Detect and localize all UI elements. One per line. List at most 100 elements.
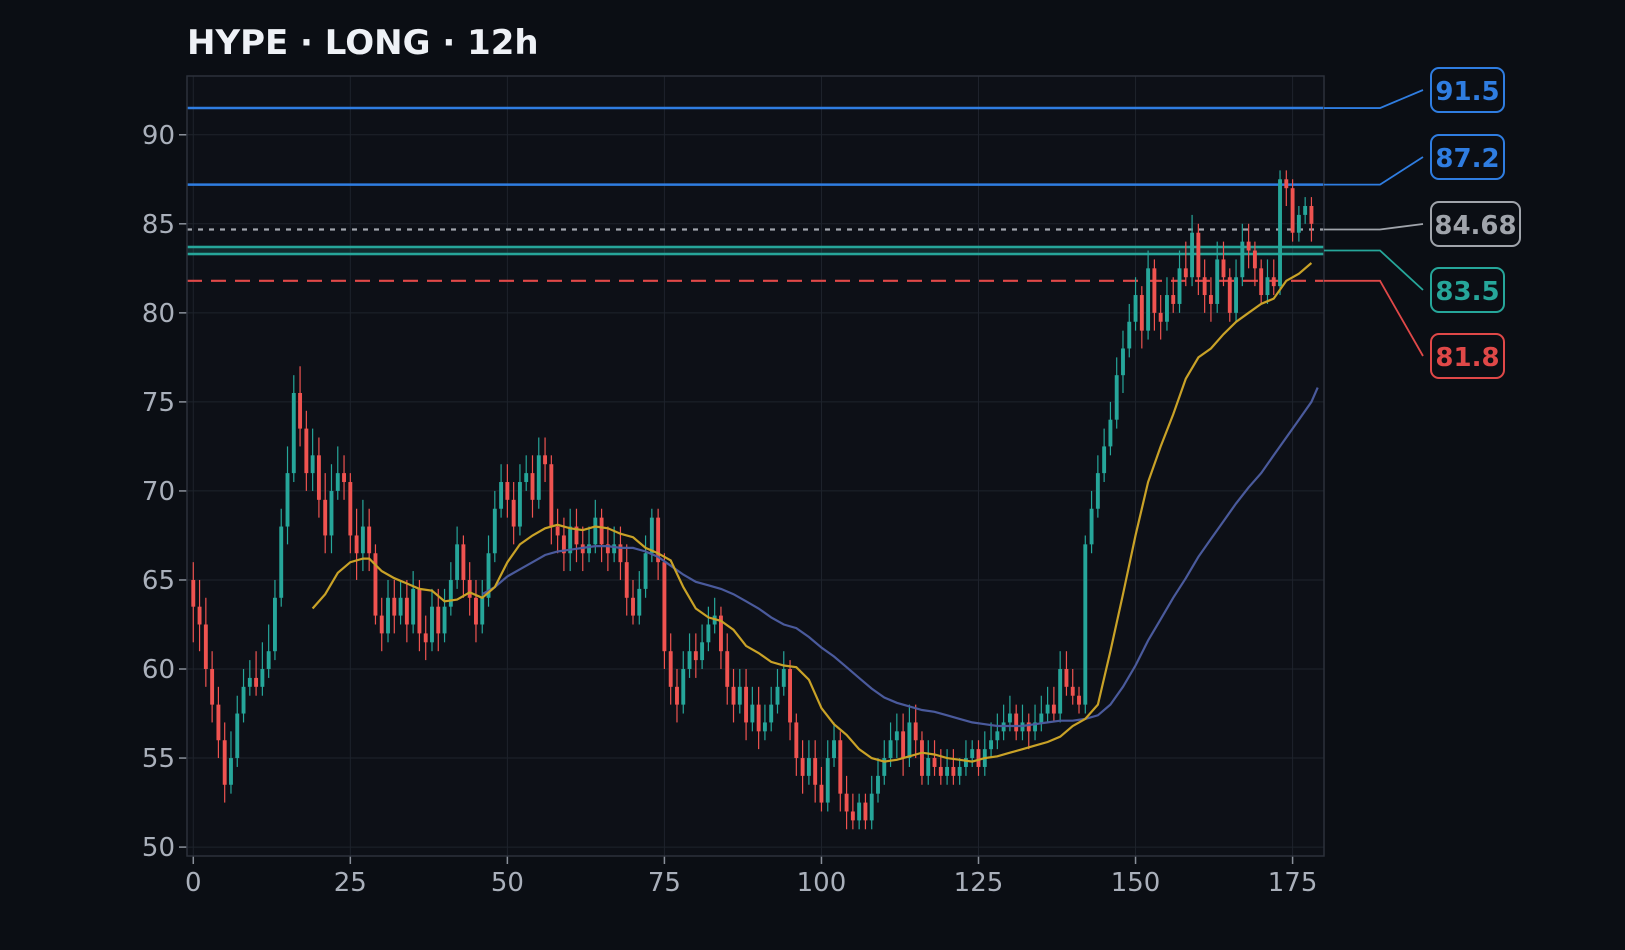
candle-up xyxy=(806,758,811,776)
y-tick-label: 70 xyxy=(142,477,175,507)
candle-up xyxy=(411,588,416,625)
candle-down xyxy=(543,455,548,465)
candle-down xyxy=(863,802,868,821)
candle-down xyxy=(850,811,855,821)
candle-down xyxy=(938,766,943,776)
candle-down xyxy=(951,766,956,776)
candle-up xyxy=(260,669,265,687)
candle-up xyxy=(876,775,880,794)
candle-up xyxy=(926,758,931,776)
candle-up xyxy=(536,455,541,500)
candle-up xyxy=(329,490,334,536)
candle-up xyxy=(1234,277,1239,313)
candle-down xyxy=(901,731,906,759)
stop-tag-label: 81.8 xyxy=(1435,343,1499,373)
candle-up xyxy=(291,392,296,474)
candle-down xyxy=(549,464,554,527)
candle-down xyxy=(474,597,478,625)
candle-down xyxy=(675,686,679,705)
candle-down xyxy=(744,686,749,723)
candle-down xyxy=(1051,704,1056,714)
candle-down xyxy=(1290,188,1295,233)
candle-down xyxy=(348,482,353,536)
candle-up xyxy=(266,651,271,670)
candle-up xyxy=(989,740,994,750)
entry-tag-label: 83.5 xyxy=(1435,277,1499,307)
candle-down xyxy=(222,740,227,785)
candle-down xyxy=(920,740,924,776)
y-tick-label: 65 xyxy=(142,566,175,596)
candle-down xyxy=(203,624,208,670)
candle-up xyxy=(825,758,830,803)
candle-up xyxy=(1089,508,1094,545)
candle-down xyxy=(844,793,849,812)
candle-up xyxy=(1165,295,1169,322)
candle-up xyxy=(781,669,786,687)
candle-up xyxy=(1240,241,1245,278)
target1-tag-label: 87.2 xyxy=(1435,144,1499,174)
candle-up xyxy=(279,526,284,598)
candle-down xyxy=(1208,295,1213,304)
candle-down xyxy=(367,526,372,554)
x-tick-label: 175 xyxy=(1268,868,1318,898)
candle-down xyxy=(1196,232,1201,278)
candle-down xyxy=(354,535,359,554)
candle-up xyxy=(587,544,591,554)
candle-down xyxy=(932,758,937,767)
candle-down xyxy=(1077,695,1081,705)
candle-up xyxy=(1177,268,1182,304)
candle-down xyxy=(1202,277,1207,296)
y-tick-label: 90 xyxy=(142,121,175,151)
candle-up xyxy=(448,579,453,607)
candle-up xyxy=(649,517,654,554)
candle-up xyxy=(1303,206,1308,215)
candle-up xyxy=(963,758,968,767)
candle-down xyxy=(599,517,604,545)
candle-up xyxy=(517,482,522,527)
candle-down xyxy=(1152,268,1157,313)
y-tick-label: 80 xyxy=(142,299,175,329)
candle-down xyxy=(511,499,516,527)
candle-up xyxy=(1278,179,1282,287)
candle-up xyxy=(1102,446,1107,474)
candle-down xyxy=(216,704,221,741)
y-tick-label: 55 xyxy=(142,744,175,774)
candle-up xyxy=(235,713,240,759)
candle-up xyxy=(1045,704,1050,714)
candle-up xyxy=(1114,375,1119,420)
candle-up xyxy=(737,686,742,705)
candle-up xyxy=(241,686,246,714)
candle-up xyxy=(1127,321,1132,349)
candle-up xyxy=(1039,713,1044,723)
candle-up xyxy=(1215,259,1220,304)
candle-down xyxy=(254,677,259,687)
candle-down xyxy=(316,455,321,500)
candle-up xyxy=(1095,473,1100,509)
candle-down xyxy=(813,758,818,785)
x-tick-label: 25 xyxy=(334,868,367,898)
candle-up xyxy=(1007,713,1012,723)
candle-up xyxy=(386,597,390,634)
candle-up xyxy=(681,669,686,705)
candle-up xyxy=(285,473,290,527)
candle-down xyxy=(838,740,843,794)
candle-up xyxy=(1058,669,1063,714)
candle-down xyxy=(191,579,196,607)
x-tick-label: 0 xyxy=(185,868,202,898)
candle-down xyxy=(1171,295,1176,304)
candle-down xyxy=(461,544,466,580)
candle-down xyxy=(662,562,667,652)
candle-down xyxy=(731,686,736,705)
candle-down xyxy=(1252,250,1257,269)
candle-down xyxy=(788,669,792,723)
candle-up xyxy=(869,793,874,821)
candle-up xyxy=(1296,214,1301,233)
candle-up xyxy=(1121,348,1125,376)
candle-down xyxy=(210,669,215,705)
candle-up xyxy=(894,731,899,741)
candle-down xyxy=(756,704,761,732)
candle-up xyxy=(888,740,893,759)
candle-up xyxy=(310,455,315,474)
candle-down xyxy=(819,784,824,803)
candle-down xyxy=(800,758,805,776)
